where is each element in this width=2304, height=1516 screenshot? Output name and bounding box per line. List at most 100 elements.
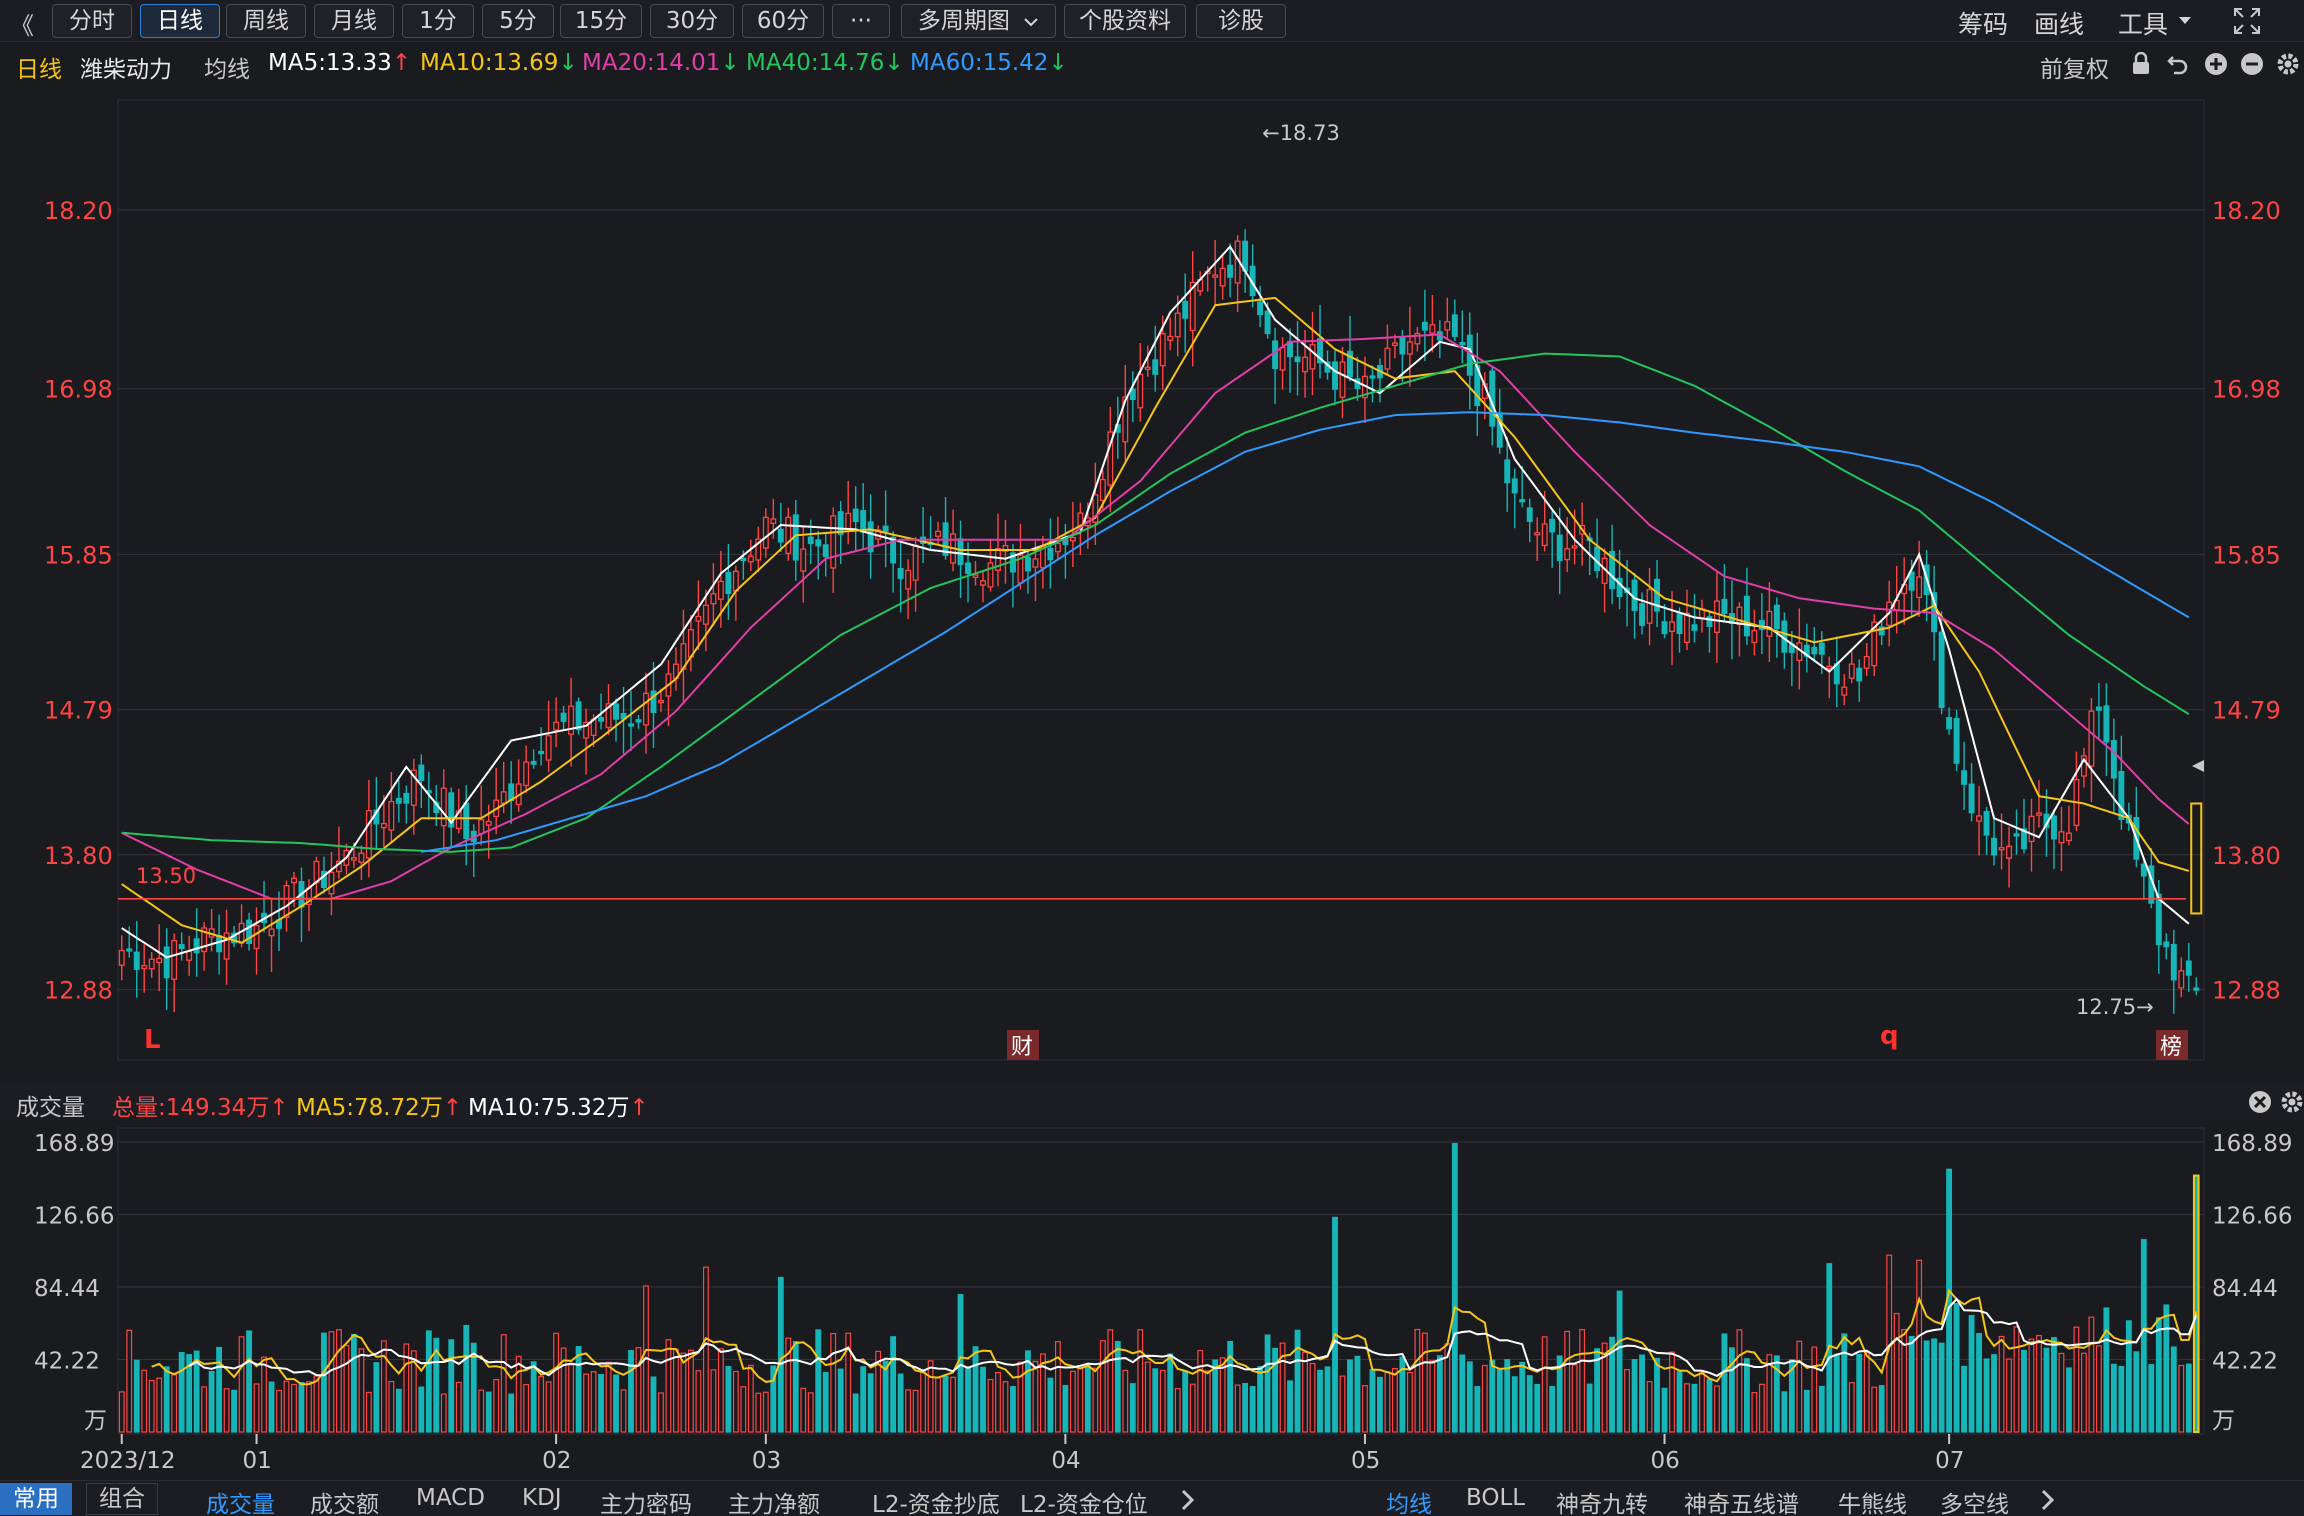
y-tick-label-right: 12.88 (2212, 977, 2281, 1005)
overlay-tab[interactable]: 多空线 (1940, 1485, 2009, 1516)
overlay-tab[interactable]: 牛熊线 (1838, 1485, 1907, 1516)
chevron-right-icon[interactable] (2040, 1489, 2056, 1511)
period-button[interactable]: 日线 (140, 4, 220, 38)
overlay-tab[interactable]: 均线 (1386, 1485, 1432, 1516)
stock-name[interactable]: 潍柴动力 (80, 50, 172, 84)
ma-label[interactable]: 均线 (204, 50, 250, 84)
event-marker-q[interactable]: q (1880, 1021, 1899, 1051)
volume-bar-down (1691, 1383, 1698, 1433)
fullscreen-icon[interactable] (2232, 6, 2262, 36)
lock-icon[interactable] (2130, 52, 2152, 76)
candle-down (1773, 604, 1780, 630)
period-button[interactable]: 月线 (314, 4, 394, 38)
gear-icon[interactable] (2280, 1090, 2304, 1114)
overlay-tab[interactable]: 神奇五线谱 (1684, 1485, 1799, 1516)
candle-down (882, 525, 889, 532)
period-button[interactable]: 周线 (226, 4, 306, 38)
volume-bar-down (867, 1373, 874, 1433)
close-icon[interactable] (2248, 1090, 2272, 1114)
tab-combo[interactable]: 组合 (86, 1483, 158, 1515)
candle-up (657, 699, 664, 704)
candle-up (845, 512, 852, 530)
volume-bar-up (1684, 1383, 1690, 1433)
candle-up (1534, 532, 1541, 536)
candle-down (613, 703, 620, 720)
volume-bar-down (980, 1366, 986, 1433)
undo-icon[interactable] (2166, 52, 2190, 76)
volume-bar-up (2073, 1326, 2080, 1433)
indicator-tab[interactable]: L2-资金抄底 (872, 1485, 1000, 1516)
diagnose-button[interactable]: 诊股 (1196, 4, 1286, 38)
volume-bar-up (755, 1392, 762, 1433)
period-button[interactable]: 15分 (560, 4, 642, 38)
period-button[interactable]: 1分 (402, 4, 474, 38)
volume-bar-down (2140, 1239, 2147, 1433)
indicator-tab[interactable]: 主力净额 (728, 1485, 820, 1516)
period-button[interactable]: 60分 (742, 4, 824, 38)
candle-up (1384, 347, 1391, 370)
period-button[interactable]: 5分 (482, 4, 554, 38)
candle-up (1429, 324, 1436, 334)
tools-button[interactable]: 工具 (2118, 5, 2168, 41)
volume-bar-down (1459, 1354, 1466, 1433)
period-button[interactable]: 30分 (650, 4, 734, 38)
event-marker-l[interactable]: L (144, 1025, 161, 1055)
draw-button[interactable]: 画线 (2034, 5, 2084, 41)
volume-bar-up (141, 1369, 148, 1433)
volume-bar-up (2178, 1364, 2185, 1433)
volume-bar-up (912, 1389, 919, 1433)
volume-bar-down (837, 1368, 844, 1433)
candle-down (1938, 631, 1945, 709)
candle-up (1713, 600, 1720, 633)
volume-bar-up (762, 1391, 769, 1433)
indicator-tab[interactable]: 成交额 (310, 1485, 379, 1516)
indicator-tab[interactable]: 主力密码 (600, 1485, 692, 1516)
volume-bar-up (253, 1383, 260, 1433)
volume-bar-down (1549, 1385, 1556, 1433)
chevron-right-icon[interactable] (1180, 1489, 1196, 1511)
indicator-tab[interactable]: KDJ (522, 1485, 562, 1511)
candle-down (1721, 598, 1728, 614)
price-cursor-icon[interactable] (2192, 760, 2204, 772)
ma-line-ma20 (121, 333, 2190, 900)
gear-icon[interactable] (2276, 52, 2300, 76)
zoom-out-icon[interactable] (2240, 52, 2264, 76)
candle-up (1069, 536, 1076, 542)
candlestick-chart[interactable]: 18.20 18.20 16.98 16.98 15.85 15.85 14.79 14.79… (0, 86, 2304, 1082)
overlay-tab[interactable]: BOLL (1466, 1485, 1525, 1511)
candle-up (268, 928, 275, 937)
ma-line-ma60 (421, 411, 2190, 853)
period-button[interactable]: 分时 (52, 4, 132, 38)
candle-down (1511, 478, 1518, 494)
back-icon[interactable]: 《 (10, 6, 34, 41)
volume-bar-down (822, 1371, 829, 1433)
overlay-tab[interactable]: 神奇九转 (1556, 1485, 1648, 1516)
adjust-mode[interactable]: 前复权 (2040, 50, 2109, 84)
tab-common[interactable]: 常用 (0, 1483, 72, 1515)
zoom-in-icon[interactable] (2204, 52, 2228, 76)
volume-bar-chart[interactable]: 168.89 168.89 126.66 126.66 84.44 84.44 42.22 4… (0, 1122, 2304, 1478)
volume-bar-up (1414, 1328, 1421, 1433)
indicator-tab[interactable]: L2-资金仓位 (1020, 1485, 1148, 1516)
volume-bar-up (1107, 1329, 1114, 1433)
finance-marker[interactable]: 财 (1011, 1035, 1033, 1060)
indicator-tab[interactable]: MACD (416, 1485, 485, 1511)
volume-bar-down (1354, 1355, 1361, 1433)
volume-bar-up (680, 1352, 687, 1433)
candle-down (1459, 341, 1466, 346)
volume-tick-left: 42.22 (34, 1349, 100, 1375)
volume-bar-up (1669, 1351, 1675, 1433)
volume-bar-up (156, 1377, 163, 1433)
volume-bar-down (425, 1330, 432, 1433)
candle-down (2170, 943, 2177, 981)
indicator-tab[interactable]: 成交量 (206, 1485, 275, 1516)
volume-bar-up (306, 1381, 312, 1433)
more-icon[interactable]: ··· (832, 4, 890, 38)
volume-bar-down (1436, 1355, 1443, 1433)
candle-down (1908, 571, 1915, 591)
chips-button[interactable]: 筹码 (1958, 5, 2008, 41)
rank-marker[interactable]: 榜 (2160, 1035, 2182, 1060)
candle-up (912, 544, 919, 581)
multi-period-button[interactable]: 多周期图 (901, 4, 1056, 38)
stock-profile-button[interactable]: 个股资料 (1064, 4, 1186, 38)
